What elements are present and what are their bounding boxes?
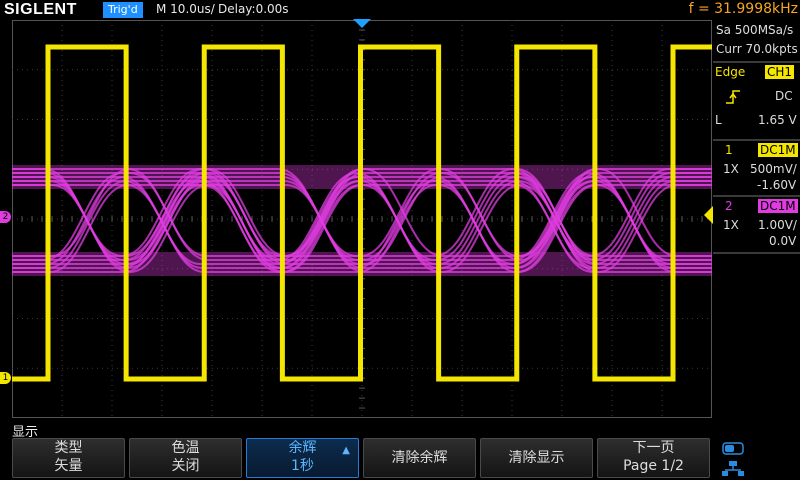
trigger-level: 1.65 V xyxy=(758,113,797,127)
softkey-clear-persistence[interactable]: 清除余辉 xyxy=(363,438,476,478)
trigger-position-marker[interactable] xyxy=(353,19,371,29)
softkey-persistence[interactable]: 余辉 1秒 ▲ xyxy=(246,438,359,478)
trigger-status-badge: Trig'd xyxy=(103,2,143,18)
trigger-coupling: DC xyxy=(775,89,793,103)
softkey-value: 矢量 xyxy=(54,458,83,474)
brand-logo: SIGLENT xyxy=(4,1,77,18)
network-icon xyxy=(722,461,744,476)
frequency-readout: f = 31.9998kHz xyxy=(688,1,798,17)
knob-adjust-icon: ▲ xyxy=(342,445,350,456)
memory-depth: Curr 70.0kpts xyxy=(716,42,798,56)
ch1-square-trace xyxy=(12,44,712,382)
softkey-value: Page 1/2 xyxy=(623,458,684,474)
divider xyxy=(713,139,800,141)
softkey-type[interactable]: 类型 矢量 xyxy=(12,438,125,478)
trigger-type: Edge xyxy=(715,65,746,79)
timebase-readout[interactable]: M 10.0us/ xyxy=(156,2,215,16)
ch2-offset: 0.0V xyxy=(769,234,797,248)
softkey-label: 清除显示 xyxy=(508,450,565,466)
softkey-label: 类型 xyxy=(54,440,83,456)
ch1-scale: 500mV/ xyxy=(750,162,797,176)
ch2-scale: 1.00V/ xyxy=(758,218,797,232)
waveform-canvas xyxy=(12,20,712,418)
ch2-offset-marker[interactable]: 2 xyxy=(0,211,11,223)
softkey-value: 1秒 xyxy=(291,458,314,474)
ch1-index: 1 xyxy=(725,143,733,157)
status-icons xyxy=(718,440,748,480)
divider xyxy=(713,195,800,197)
ch2-probe: 1X xyxy=(723,218,739,232)
softkey-label: 色温 xyxy=(171,440,200,456)
rising-edge-icon xyxy=(726,90,740,104)
softkey-label: 下一页 xyxy=(632,440,675,456)
delay-readout[interactable]: Delay:0.00s xyxy=(218,2,289,16)
ch1-coupling-badge: DC1M xyxy=(758,143,798,157)
ch1-offset-marker[interactable]: 1 xyxy=(0,372,11,384)
ch2-index: 2 xyxy=(725,199,733,213)
ch1-probe: 1X xyxy=(723,162,739,176)
softkey-clear-display[interactable]: 清除显示 xyxy=(480,438,593,478)
trigger-source-badge: CH1 xyxy=(765,65,795,79)
ch2-info[interactable]: 2 DC1M 1X 1.00V/ 0.0V xyxy=(713,198,800,254)
trigger-level-label: L xyxy=(715,113,722,127)
usb-toggle-icon xyxy=(722,442,744,455)
softkey-next-page[interactable]: 下一页 Page 1/2 xyxy=(597,438,710,478)
ch2-coupling-badge: DC1M xyxy=(758,199,798,213)
status-bar: SIGLENT Trig'd M 10.0us/ Delay:0.00s f =… xyxy=(0,0,800,20)
ch1-offset: -1.60V xyxy=(757,178,797,192)
trigger-level-marker[interactable] xyxy=(703,206,713,224)
ch1-info[interactable]: 1 DC1M 1X 500mV/ -1.60V xyxy=(713,142,800,198)
softkey-value: 关闭 xyxy=(171,458,200,474)
softkey-color-temp[interactable]: 色温 关闭 xyxy=(129,438,242,478)
divider xyxy=(713,252,800,254)
softkey-label: 清除余辉 xyxy=(391,450,448,466)
softkey-bar: 类型 矢量 色温 关闭 余辉 1秒 ▲ 清除余辉 清除显示 下一页 Page 1… xyxy=(12,438,800,480)
info-panel: Sa 500MSa/s Curr 70.0kpts Edge CH1 DC L … xyxy=(713,20,800,418)
sample-rate: Sa 500MSa/s xyxy=(716,23,794,37)
